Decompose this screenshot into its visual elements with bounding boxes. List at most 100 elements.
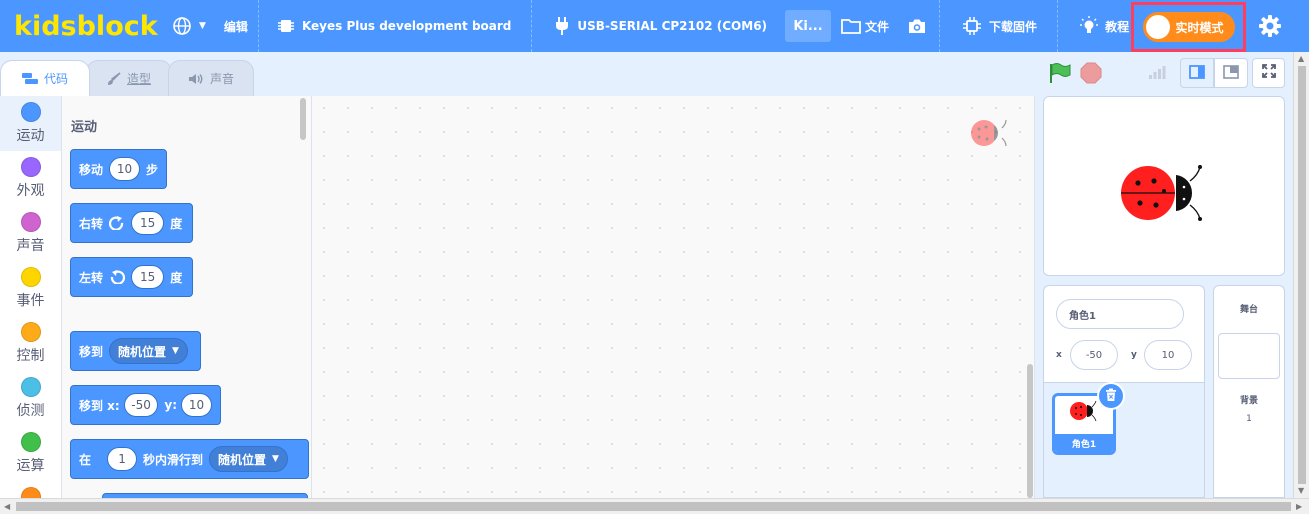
- scroll-left-arrow-icon[interactable]: ◀: [4, 502, 10, 511]
- y-input[interactable]: 10: [181, 393, 212, 417]
- sprite-name-field[interactable]: 角色1: [1056, 299, 1184, 329]
- category-variables[interactable]: [0, 481, 61, 498]
- edit-menu[interactable]: 编辑: [214, 0, 258, 52]
- file-menu[interactable]: 文件: [835, 0, 897, 52]
- small-stage-button[interactable]: [1180, 58, 1214, 88]
- window-vertical-scrollbar[interactable]: ▲ ▼: [1293, 52, 1309, 498]
- tab-sounds[interactable]: 声音: [168, 60, 254, 96]
- category-events[interactable]: 事件: [0, 261, 61, 316]
- realtime-mode-highlight: 实时模式: [1131, 2, 1246, 52]
- workspace-scrollbar[interactable]: [1027, 364, 1033, 498]
- scroll-down-arrow-icon[interactable]: ▼: [1298, 486, 1304, 495]
- block-turn-right[interactable]: 右转 15 度: [70, 203, 193, 243]
- rotate-left-icon: [109, 270, 126, 284]
- category-label: 外观: [16, 183, 45, 199]
- tutorial-button[interactable]: 教程: [1058, 0, 1139, 52]
- sprite-x-field[interactable]: -50: [1070, 340, 1118, 370]
- block-label: 在: [79, 452, 92, 467]
- editor-tabs: 代码 造型 声音: [0, 60, 254, 96]
- category-looks[interactable]: 外观: [0, 151, 61, 206]
- block-label: 秒内滑行到: [143, 452, 204, 467]
- category-events-dot: [20, 267, 41, 287]
- board-label: Keyes Plus development board: [301, 19, 512, 33]
- backdrop-thumbnail[interactable]: [1218, 333, 1280, 379]
- board-selector[interactable]: Keyes Plus development board: [259, 0, 531, 52]
- fullscreen-button[interactable]: [1252, 58, 1285, 88]
- category-label: 侦测: [16, 403, 45, 419]
- block-label: 移到: [79, 344, 104, 359]
- menu-bar: kidsblock ▼ 编辑 Keyes Plus development bo…: [0, 0, 1309, 52]
- block-glide[interactable]: 在 1 秒内滑行到 随机位置 ▼: [70, 439, 309, 479]
- large-stage-button[interactable]: [1214, 58, 1248, 88]
- camera-button[interactable]: [897, 0, 939, 52]
- dropdown-value: 随机位置: [118, 344, 167, 359]
- palette-scrollbar[interactable]: [300, 98, 306, 140]
- block-label: y:: [164, 398, 178, 412]
- scroll-right-arrow-icon[interactable]: ▶: [1296, 502, 1302, 511]
- category-sensing[interactable]: 侦测: [0, 371, 61, 426]
- chevron-down-icon: ▼: [199, 21, 206, 31]
- seconds-input[interactable]: 1: [107, 447, 138, 471]
- backdrop-label: 背景: [1239, 396, 1258, 406]
- kidsblock-logo[interactable]: kidsblock: [14, 11, 164, 42]
- gear-icon: [1256, 15, 1284, 44]
- stage-canvas[interactable]: [1043, 96, 1285, 276]
- x-label: x: [1056, 350, 1062, 360]
- x-input[interactable]: -50: [123, 393, 159, 417]
- tab-code-label: 代码: [43, 72, 68, 86]
- fullscreen-icon: [1261, 63, 1277, 83]
- category-motion-dot: [20, 102, 41, 122]
- green-flag-icon: [1048, 63, 1072, 88]
- block-turn-left[interactable]: 左转 15 度: [70, 257, 193, 297]
- tab-code[interactable]: 代码: [0, 60, 90, 96]
- category-sound-dot: [20, 212, 41, 232]
- stop-icon: [1080, 62, 1102, 88]
- realtime-mode-toggle[interactable]: 实时模式: [1142, 12, 1235, 42]
- camera-icon: [907, 18, 927, 35]
- block-label: 左转: [79, 270, 104, 285]
- goto-target-dropdown[interactable]: 随机位置 ▼: [109, 338, 188, 364]
- small-stage-icon: [1189, 64, 1205, 83]
- block-move-steps[interactable]: 移动 10 步: [70, 149, 167, 189]
- project-tab[interactable]: Ki...: [785, 10, 832, 42]
- category-sound[interactable]: 声音: [0, 206, 61, 261]
- steps-input[interactable]: 10: [109, 157, 140, 181]
- window-horizontal-scrollbar[interactable]: ◀ ▶: [0, 498, 1309, 514]
- firmware-chip-icon: [962, 16, 982, 36]
- speaker-icon: [188, 73, 204, 85]
- category-control[interactable]: 控制: [0, 316, 61, 371]
- block-label: 移动: [79, 162, 104, 177]
- category-operators[interactable]: 运算: [0, 426, 61, 481]
- degrees-input[interactable]: 15: [131, 265, 165, 289]
- caret-down-icon: ▼: [172, 346, 179, 356]
- category-looks-dot: [20, 157, 41, 177]
- port-selector[interactable]: USB-SERIAL CP2102 (COM6): [532, 0, 781, 52]
- stop-button[interactable]: [1080, 62, 1102, 88]
- category-motion[interactable]: 运动: [0, 96, 61, 151]
- paintbrush-icon: [107, 71, 121, 86]
- category-label: 事件: [16, 293, 45, 309]
- lightbulb-icon: [1080, 16, 1099, 36]
- download-firmware-button[interactable]: 下载固件: [940, 0, 1057, 52]
- sprite-y-field[interactable]: 10: [1144, 340, 1192, 370]
- edit-label: 编辑: [223, 19, 248, 34]
- degrees-input[interactable]: 15: [131, 211, 165, 235]
- ladybug-sprite-icon[interactable]: [1120, 161, 1212, 227]
- block-goto[interactable]: 移到 随机位置 ▼: [70, 331, 201, 371]
- settings-button[interactable]: [1256, 12, 1284, 40]
- trash-icon: [1104, 387, 1118, 406]
- green-flag-button[interactable]: [1048, 62, 1072, 88]
- delete-sprite-button[interactable]: [1097, 382, 1125, 410]
- vertical-scroll-thumb[interactable]: [1298, 66, 1306, 484]
- language-menu[interactable]: ▼: [164, 0, 214, 52]
- scroll-up-arrow-icon[interactable]: ▲: [1298, 54, 1304, 63]
- tab-costumes[interactable]: 造型: [86, 60, 172, 96]
- glide-target-dropdown[interactable]: 随机位置 ▼: [209, 446, 288, 472]
- category-operators-dot: [20, 432, 41, 452]
- block-goto-xy[interactable]: 移到 x: -50 y: 10: [70, 385, 221, 425]
- code-workspace[interactable]: [312, 96, 1035, 498]
- block-suffix: 度: [170, 270, 183, 285]
- horizontal-scroll-thumb[interactable]: [16, 502, 1291, 511]
- block-label: 移到 x:: [79, 398, 120, 413]
- stage-selector-pane[interactable]: 舞台 背景 1: [1213, 285, 1285, 498]
